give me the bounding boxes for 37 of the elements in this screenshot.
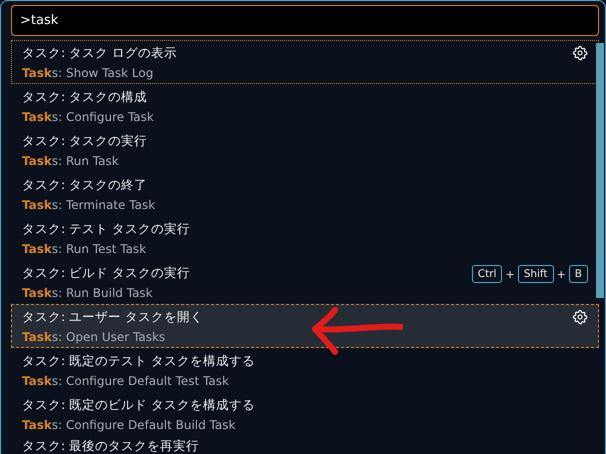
keyboard-key: Shift — [518, 265, 554, 283]
keyboard-key: Ctrl — [472, 265, 502, 283]
command-title: タスク: タスクの終了 — [22, 176, 148, 194]
command-title: タスク: テスト タスクの実行 — [22, 220, 190, 238]
plus-sign: + — [505, 268, 515, 280]
command-item[interactable]: タスク: テスト タスクの実行 Tasks: Run Test Task — [11, 216, 599, 260]
command-item[interactable]: タスク: ユーザー タスクを開く Tasks: Open User Tasks — [11, 304, 599, 348]
keyboard-key: B — [568, 265, 588, 283]
command-detail: Tasks: Show Task Log — [22, 66, 154, 80]
settings-icon[interactable] — [572, 309, 588, 325]
command-title: タスク: 最後のタスクを再実行 — [22, 438, 200, 454]
command-title: タスク: ビルド タスクの実行 — [22, 264, 190, 282]
command-title: タスク: ユーザー タスクを開く — [22, 308, 204, 326]
command-title: タスク: 既定のテスト タスクを構成する — [22, 352, 256, 370]
command-detail: Tasks: Run Build Task — [22, 286, 154, 300]
command-input[interactable]: >task — [11, 5, 599, 36]
command-item[interactable]: タスク: 既定のテスト タスクを構成する Tasks: Configure Default Test Task — [11, 348, 599, 392]
settings-icon[interactable] — [572, 45, 588, 61]
command-item[interactable]: タスク: タスクの実行 Tasks: Run Task — [11, 128, 599, 172]
command-detail: Tasks: Configure Default Build Task — [22, 418, 236, 432]
command-detail: Tasks: Terminate Task — [22, 198, 156, 212]
command-item[interactable]: タスク: タスクの構成 Tasks: Configure Task — [11, 84, 599, 128]
command-item[interactable]: タスク: 最後のタスクを再実行 — [11, 436, 599, 454]
command-detail: Tasks: Run Test Task — [22, 242, 148, 256]
command-title: タスク: 既定のビルド タスクを構成する — [22, 396, 256, 414]
command-title: タスク: タスクの構成 — [22, 88, 148, 106]
plus-sign: + — [556, 268, 566, 280]
command-detail: Tasks: Run Task — [22, 154, 120, 168]
command-title: タスク: タスクの実行 — [22, 132, 148, 150]
command-detail: Tasks: Configure Task — [22, 110, 154, 124]
scrollbar-thumb[interactable] — [596, 43, 604, 298]
command-item[interactable]: タスク: ビルド タスクの実行 Tasks: Run Build Task Ctrl + Shift + B — [11, 260, 599, 304]
command-detail: Tasks: Configure Default Test Task — [22, 374, 230, 388]
command-title: タスク: タスク ログの表示 — [22, 44, 178, 62]
command-item[interactable]: タスク: 既定のビルド タスクを構成する Tasks: Configure Default Build Task — [11, 392, 599, 436]
command-item[interactable]: タスク: タスクの終了 Tasks: Terminate Task — [11, 172, 599, 216]
command-detail: Tasks: Open User Tasks — [22, 330, 166, 344]
